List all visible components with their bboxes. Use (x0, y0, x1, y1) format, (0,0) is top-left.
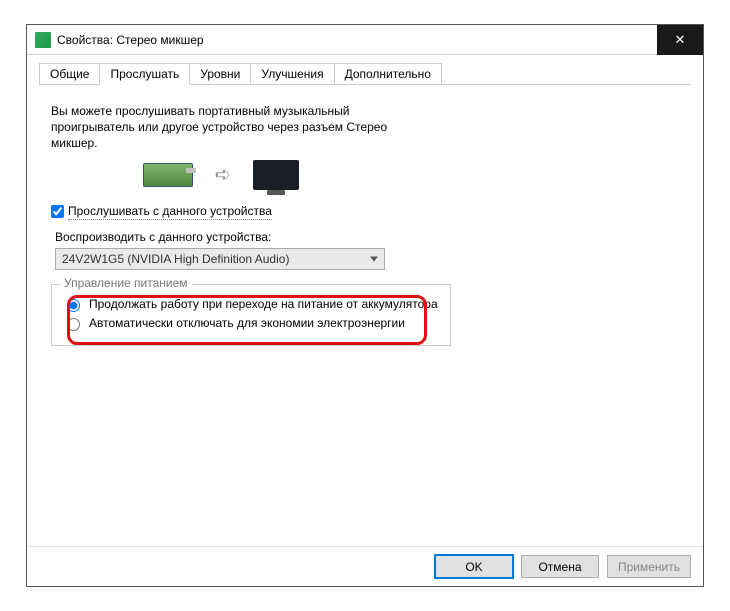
monitor-icon (253, 160, 299, 190)
radio-auto-off-label: Автоматически отключать для экономии эле… (89, 316, 405, 330)
power-option-auto-off[interactable]: Автоматически отключать для экономии эле… (62, 316, 440, 331)
tab-enhancements[interactable]: Улучшения (250, 63, 334, 84)
cancel-button[interactable]: Отмена (521, 555, 599, 578)
listen-checkbox[interactable] (51, 205, 64, 218)
audio-device-icon (35, 32, 51, 48)
playback-device-dropdown[interactable]: 24V2W1G5 (NVIDIA High Definition Audio) (55, 248, 385, 270)
playback-device-selected: 24V2W1G5 (NVIDIA High Definition Audio) (62, 252, 289, 266)
listen-checkbox-row[interactable]: Прослушивать с данного устройства (51, 204, 679, 220)
tab-advanced[interactable]: Дополнительно (334, 63, 442, 84)
power-management-group: Управление питанием Продолжать работу пр… (51, 284, 451, 346)
dialog-body: Общие Прослушать Уровни Улучшения Дополн… (27, 55, 703, 546)
playback-device-label: Воспроизводить с данного устройства: (55, 230, 679, 244)
tab-content: Вы можете прослушивать портативный музык… (39, 85, 691, 358)
listen-checkbox-label[interactable]: Прослушивать с данного устройства (68, 204, 272, 220)
power-group-title: Управление питанием (60, 276, 192, 290)
window-title: Свойства: Стерео микшер (57, 33, 204, 47)
power-option-continue[interactable]: Продолжать работу при переходе на питани… (62, 297, 440, 312)
radio-continue-label: Продолжать работу при переходе на питани… (89, 297, 438, 311)
apply-button[interactable]: Применить (607, 555, 691, 578)
radio-continue[interactable] (67, 299, 80, 312)
close-button[interactable]: ✕ (657, 25, 703, 55)
description-text: Вы можете прослушивать портативный музык… (51, 103, 411, 152)
ok-button[interactable]: OK (435, 555, 513, 578)
device-diagram: ➪ (51, 160, 391, 190)
properties-dialog: Свойства: Стерео микшер ✕ Общие Прослуша… (26, 24, 704, 587)
titlebar: Свойства: Стерео микшер ✕ (27, 25, 703, 55)
tab-general[interactable]: Общие (39, 63, 100, 84)
sound-card-icon (143, 163, 193, 187)
tab-listen[interactable]: Прослушать (99, 63, 190, 85)
arrow-icon: ➪ (215, 162, 232, 187)
tab-levels[interactable]: Уровни (189, 63, 251, 84)
dialog-footer: OK Отмена Применить (27, 546, 703, 586)
tab-strip: Общие Прослушать Уровни Улучшения Дополн… (39, 63, 691, 85)
radio-auto-off[interactable] (67, 318, 80, 331)
